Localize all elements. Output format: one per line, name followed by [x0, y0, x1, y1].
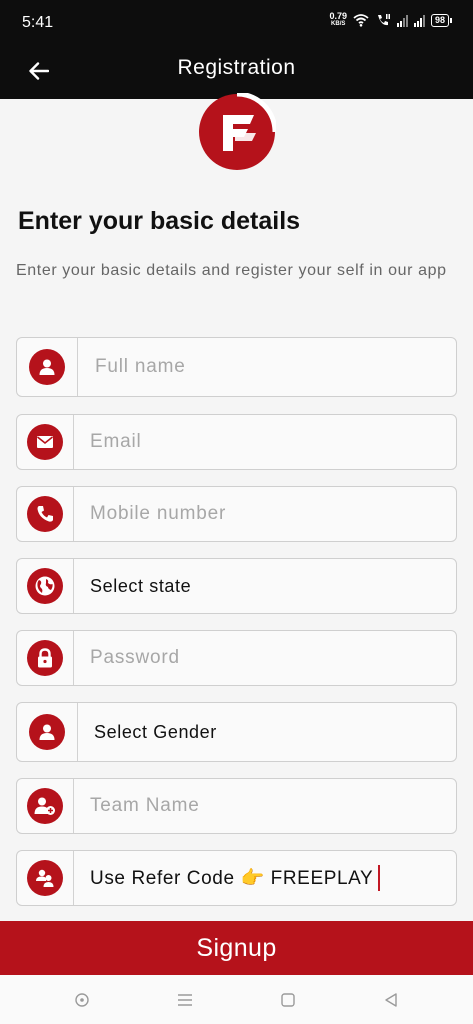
- status-bar: 5:41 0.79 KB/S 98: [0, 0, 473, 46]
- form-heading: Enter your basic details: [18, 207, 301, 235]
- status-icons: 0.79 KB/S 98: [329, 11, 453, 28]
- menu-icon: [177, 993, 192, 1006]
- home-button[interactable]: [268, 980, 308, 1020]
- form-subtitle: Enter your basic details and register yo…: [16, 262, 447, 279]
- full-name-input[interactable]: Full name: [78, 338, 456, 396]
- group-icon: [27, 860, 63, 896]
- recents-button[interactable]: [165, 980, 205, 1020]
- back-triangle-icon: [385, 992, 398, 1007]
- app-bar: Registration: [0, 46, 473, 99]
- person-icon: [29, 349, 65, 385]
- refer-code-field[interactable]: Use Refer Code 👉 FREEPLAY: [16, 850, 457, 906]
- signup-button[interactable]: Signup: [0, 921, 473, 975]
- password-field[interactable]: Password: [16, 630, 457, 686]
- network-speed: 0.79 KB/S: [329, 11, 347, 28]
- email-field[interactable]: Email: [16, 414, 457, 470]
- state-select[interactable]: Select state: [16, 558, 457, 614]
- gender-select[interactable]: Select Gender: [16, 702, 457, 762]
- mobile-input[interactable]: Mobile number: [74, 487, 456, 541]
- nav-back-button[interactable]: [371, 980, 411, 1020]
- square-icon: [281, 992, 295, 1007]
- refer-code-input[interactable]: Use Refer Code 👉 FREEPLAY: [74, 851, 456, 905]
- mobile-field[interactable]: Mobile number: [16, 486, 457, 542]
- signal-2-icon: [413, 13, 425, 27]
- person-icon: [29, 714, 65, 750]
- state-select-value[interactable]: Select state: [74, 559, 456, 613]
- team-name-field[interactable]: Team Name: [16, 778, 457, 834]
- system-nav-bar: [0, 975, 473, 1024]
- phone-icon: [27, 496, 63, 532]
- password-input[interactable]: Password: [74, 631, 456, 685]
- signal-1-icon: [396, 13, 408, 27]
- lock-icon: [27, 640, 63, 676]
- wifi-icon: [353, 14, 369, 27]
- volte-call-icon: [377, 14, 390, 26]
- text-cursor: [378, 865, 381, 891]
- mail-icon: [27, 424, 63, 460]
- team-name-input[interactable]: Team Name: [74, 779, 456, 833]
- person-add-icon: [27, 788, 63, 824]
- refer-code-text: Use Refer Code 👉 FREEPLAY: [90, 868, 374, 889]
- assistant-button[interactable]: [62, 980, 102, 1020]
- status-time: 5:41: [22, 14, 54, 31]
- email-input[interactable]: Email: [74, 415, 456, 469]
- registration-form-screen: Enter your basic details Enter your basi…: [0, 93, 473, 921]
- page-title: Registration: [177, 56, 296, 79]
- globe-icon: [27, 568, 63, 604]
- circle-home-icon: [74, 992, 89, 1007]
- full-name-field[interactable]: Full name: [16, 337, 457, 397]
- app-logo: [199, 93, 276, 170]
- battery-icon: 98: [430, 13, 453, 27]
- gender-select-value[interactable]: Select Gender: [78, 703, 456, 761]
